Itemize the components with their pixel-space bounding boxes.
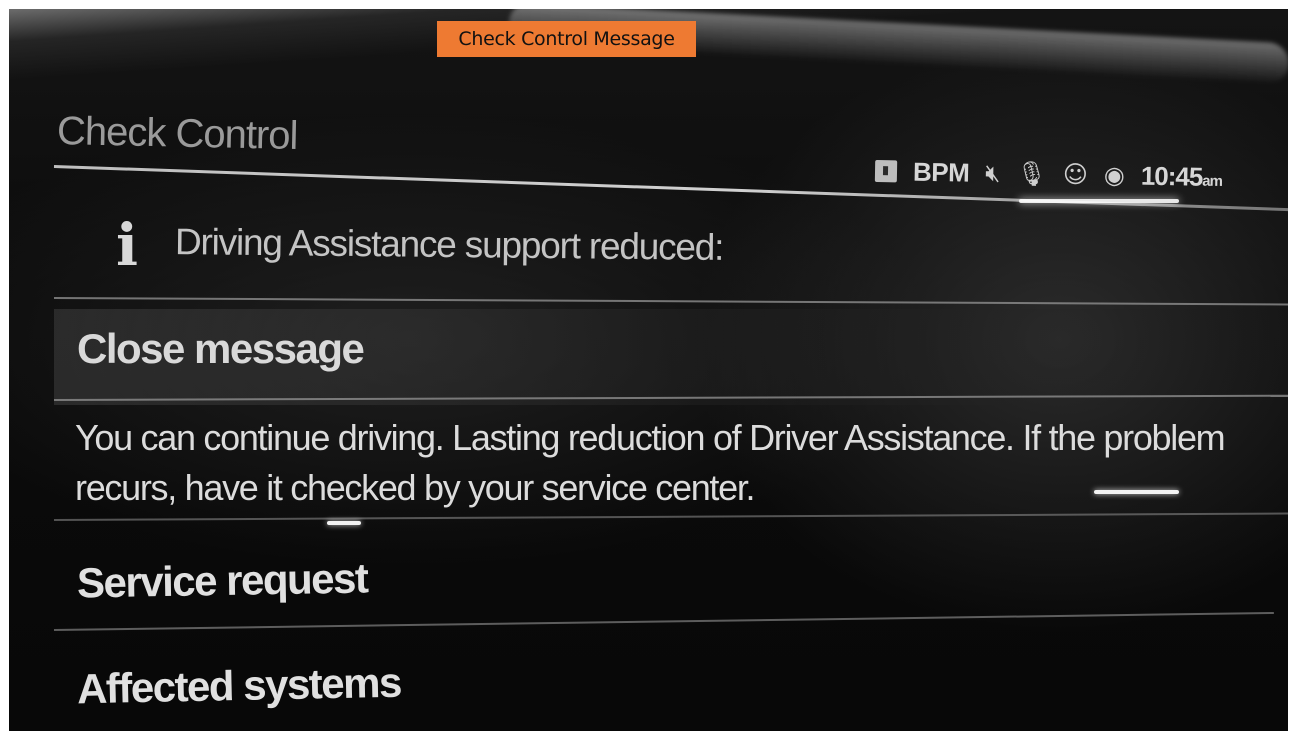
affected-systems-button[interactable]: Affected systems [77, 659, 402, 714]
divider [53, 512, 1288, 521]
page-title: Check Control [56, 109, 298, 159]
connectivity-icon[interactable]: ◉ [1104, 161, 1125, 189]
clock: 10:45am [1141, 160, 1223, 192]
clock-suffix: am [1202, 172, 1223, 190]
divider [53, 297, 1288, 306]
status-bar: BPM 🔇︎ 🎙︎ ☺︎ ◉ 10:45am [874, 153, 1223, 195]
mute-icon[interactable]: 🔇︎ [985, 159, 1001, 187]
message-body: You can continue driving. Lasting reduct… [75, 417, 1226, 508]
clock-time: 10:45 [1140, 160, 1203, 192]
close-message-button[interactable]: Close message [77, 325, 365, 373]
media-source-icon [874, 159, 898, 183]
status-glow [1019, 199, 1179, 203]
infotainment-screen: Check Control BPM 🔇︎ 🎙︎ ☺︎ ◉ 10:45am i D… [9, 9, 1288, 731]
notice-row: i Driving Assistance support reduced: [107, 205, 723, 285]
glare-spot [327, 521, 361, 525]
profile-icon[interactable]: ☺︎ [1063, 160, 1089, 188]
notice-text: Driving Assistance support reduced: [174, 221, 724, 268]
microphone-icon[interactable]: 🎙︎ [1016, 159, 1047, 188]
service-request-button[interactable]: Service request [77, 554, 368, 607]
divider [53, 611, 1274, 631]
audio-mode-label: BPM [912, 156, 970, 188]
glare-spot [1094, 490, 1179, 494]
info-icon: i [115, 211, 139, 279]
caption-label: Check Control Message [437, 21, 696, 57]
